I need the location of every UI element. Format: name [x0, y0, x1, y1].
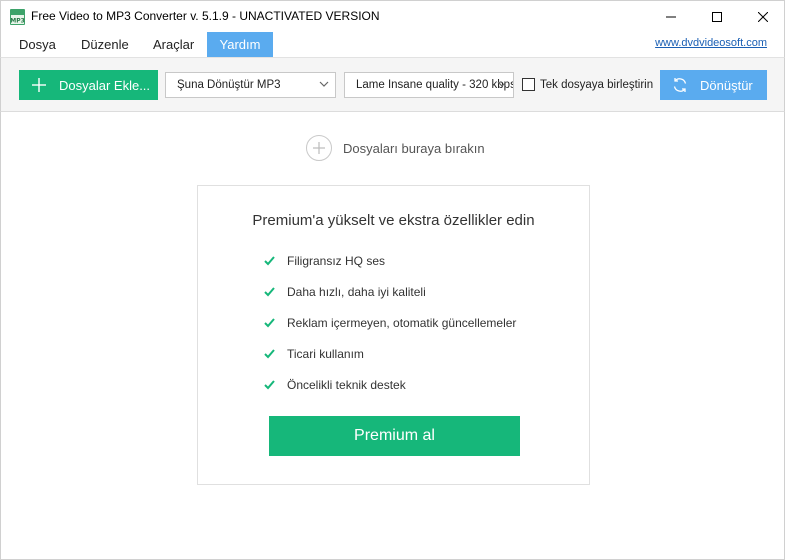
- format-select-value: Şuna Dönüştür MP3: [177, 79, 281, 91]
- refresh-icon: [660, 77, 700, 93]
- mp3-app-icon: MP3: [10, 9, 25, 25]
- feature-label: Öncelikli teknik destek: [287, 378, 406, 392]
- minimize-icon: [666, 16, 676, 17]
- main-area[interactable]: Dosyaları buraya bırakın Premium'a yükse…: [0, 112, 785, 560]
- convert-button[interactable]: Dönüştür: [660, 70, 767, 100]
- chevron-down-icon: [497, 81, 507, 87]
- convert-label: Dönüştür: [700, 77, 753, 93]
- checkmark-icon: [264, 256, 275, 266]
- menu-file[interactable]: Dosya: [7, 32, 68, 57]
- feature-label: Ticari kullanım: [287, 347, 364, 361]
- window-title: Free Video to MP3 Converter v. 5.1.9 - U…: [31, 9, 380, 23]
- format-select[interactable]: Şuna Dönüştür MP3: [165, 72, 336, 98]
- feature-item: Filigransız HQ ses: [264, 254, 385, 268]
- premium-card: Premium'a yükselt ve ekstra özellikler e…: [197, 185, 590, 485]
- menu-help[interactable]: Yardım: [207, 32, 273, 57]
- menu-edit[interactable]: Düzenle: [69, 32, 141, 57]
- add-files-button[interactable]: Dosyalar Ekle...: [19, 70, 158, 100]
- merge-checkbox[interactable]: [522, 78, 535, 91]
- merge-checkbox-label: Tek dosyaya birleştirin: [540, 78, 654, 91]
- feature-label: Filigransız HQ ses: [287, 254, 386, 268]
- merge-checkbox-wrap[interactable]: Tek dosyaya birleştirin: [522, 78, 653, 91]
- website-link[interactable]: www.dvdvideosoft.com: [655, 37, 767, 49]
- menu-tools[interactable]: Araçlar: [141, 32, 206, 57]
- drop-zone[interactable]: Dosyaları buraya bırakın: [306, 135, 485, 161]
- feature-item: Reklam içermeyen, otomatik güncellemeler: [264, 316, 516, 330]
- maximize-button[interactable]: [694, 1, 740, 32]
- feature-item: Öncelikli teknik destek: [264, 378, 406, 392]
- get-premium-button[interactable]: Premium al: [269, 416, 520, 456]
- feature-item: Daha hızlı, daha iyi kaliteli: [264, 285, 426, 299]
- checkmark-icon: [264, 287, 275, 297]
- quality-select-value: Lame Insane quality - 320 kbps: [356, 79, 514, 91]
- premium-card-title: Premium'a yükselt ve ekstra özellikler e…: [252, 212, 535, 229]
- checkmark-icon: [264, 380, 275, 390]
- add-circle-icon: [306, 135, 332, 161]
- checkmark-icon: [264, 349, 275, 359]
- feature-label: Reklam içermeyen, otomatik güncellemeler: [287, 316, 517, 330]
- chevron-down-icon: [319, 81, 329, 87]
- close-button[interactable]: [740, 1, 785, 32]
- title-bar: MP3 Free Video to MP3 Converter v. 5.1.9…: [0, 0, 785, 32]
- svg-text:MP3: MP3: [10, 18, 25, 25]
- checkmark-icon: [264, 318, 275, 328]
- quality-select[interactable]: Lame Insane quality - 320 kbps: [344, 72, 514, 98]
- feature-label: Daha hızlı, daha iyi kaliteli: [287, 285, 426, 299]
- drop-hint: Dosyaları buraya bırakın: [343, 140, 485, 156]
- close-icon: [758, 11, 768, 22]
- maximize-icon: [712, 11, 722, 22]
- menu-bar: Dosya Düzenle Araçlar Yardım www.dvdvide…: [0, 32, 785, 57]
- toolbar: Dosyalar Ekle... Şuna Dönüştür MP3 Lame …: [0, 57, 785, 112]
- plus-icon: [19, 78, 59, 92]
- feature-item: Ticari kullanım: [264, 347, 364, 361]
- add-files-label: Dosyalar Ekle...: [59, 77, 151, 93]
- minimize-button[interactable]: [648, 1, 694, 32]
